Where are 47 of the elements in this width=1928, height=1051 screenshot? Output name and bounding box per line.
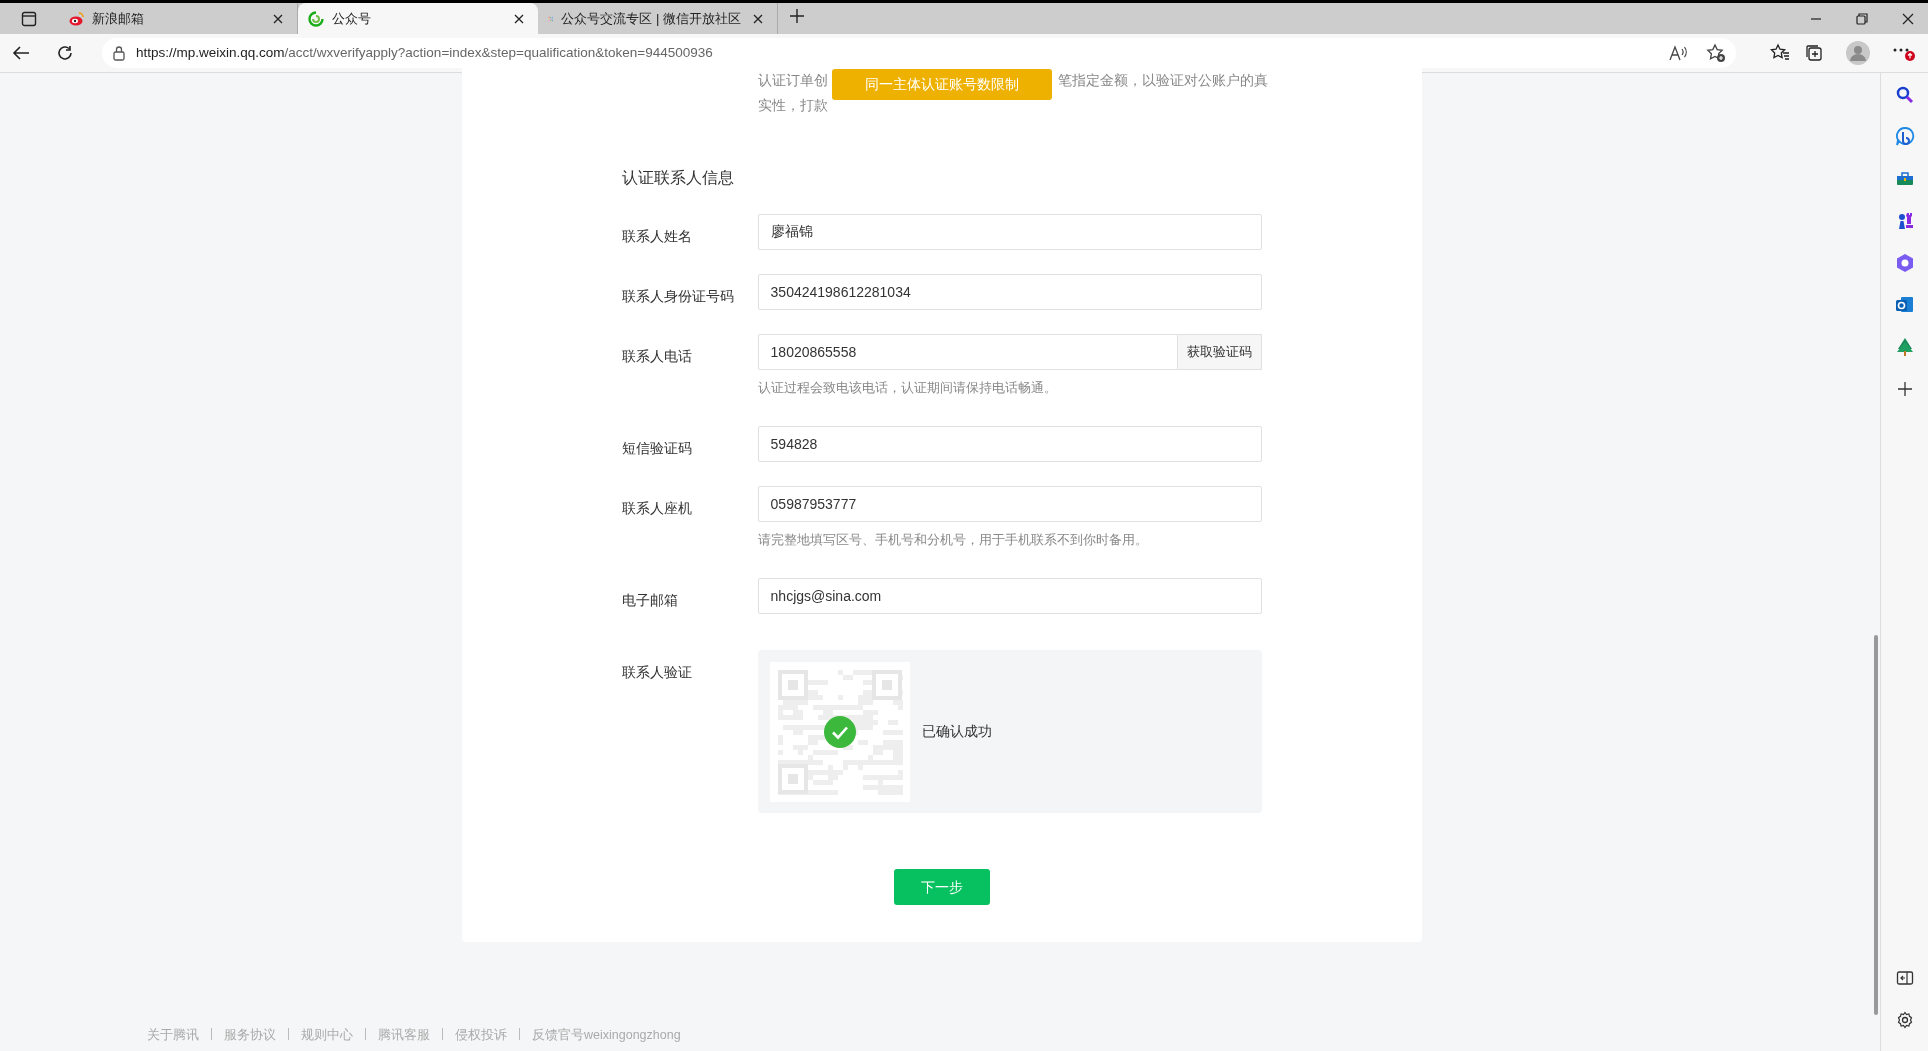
tab-title: 公众号 — [332, 9, 371, 28]
field-label: 电子邮箱 — [622, 591, 679, 610]
notice-text: 笔指定金额，以验证对公账户的真 — [1058, 72, 1268, 88]
mail-app-icon[interactable] — [1894, 295, 1915, 315]
lock-icon[interactable] — [112, 45, 126, 61]
collections-icon[interactable] — [1804, 43, 1824, 63]
notice-text: 实性，打款 — [758, 96, 828, 115]
input-field[interactable]: 廖福锦 — [757, 214, 1262, 250]
tab-actions-icon[interactable] — [21, 10, 37, 27]
input-field[interactable]: 05987953777 — [757, 486, 1262, 522]
ring-logo-icon — [308, 10, 324, 27]
tab-title: 公众号交流专区 | 微信开放社区 — [561, 9, 741, 28]
section-title: 认证联系人信息 — [622, 168, 735, 188]
hint-text: 认证过程会致电该电话，认证期间请保持电话畅通。 — [757, 379, 1058, 397]
field-label: 联系人验证 — [622, 663, 693, 682]
tab-title: 新浪邮箱 — [92, 9, 144, 28]
scrollbar-thumb[interactable] — [1874, 635, 1878, 1015]
hint-text: 请完整地填写区号、手机号和分机号，用于手机联系不到你时备用。 — [757, 531, 1149, 549]
get-code-button[interactable]: 获取验证码 — [1178, 334, 1262, 370]
status-text: 已确认成功 — [921, 722, 992, 741]
input-field[interactable]: 18020865558 — [757, 334, 1178, 370]
field-label: 联系人姓名 — [622, 227, 693, 246]
input-field[interactable]: 350424198612281034 — [757, 274, 1262, 310]
input-field[interactable]: 594828 — [757, 426, 1262, 462]
chat-bubble-icon[interactable] — [1894, 127, 1915, 147]
side-panel-icon[interactable] — [1896, 969, 1914, 987]
restore-icon[interactable] — [1856, 12, 1868, 25]
refresh-icon[interactable] — [56, 44, 74, 62]
favorites-icon[interactable] — [1770, 43, 1790, 63]
read-aloud-icon[interactable] — [1668, 43, 1688, 63]
settings-icon[interactable] — [1896, 1011, 1914, 1029]
close-icon[interactable] — [1902, 12, 1914, 25]
field-label: 联系人身份证号码 — [622, 287, 735, 306]
profile-avatar-icon[interactable] — [1846, 41, 1870, 65]
tooltip: 同一主体认证账号数限制 — [832, 69, 1052, 100]
field-label: 联系人电话 — [622, 347, 693, 366]
browser-tab[interactable]: 公众号 — [298, 3, 538, 34]
search-icon[interactable] — [1894, 85, 1915, 105]
eye-logo-icon — [68, 10, 84, 27]
field-label: 联系人座机 — [622, 499, 693, 518]
notice-text: 认证订单创 — [758, 72, 828, 88]
input-field[interactable]: nhcjgs@sina.com — [757, 578, 1262, 614]
field-label: 短信验证码 — [622, 439, 693, 458]
hexagon-logo-icon[interactable] — [1894, 253, 1915, 273]
tree-icon[interactable] — [1894, 337, 1915, 357]
back-arrow-icon[interactable] — [12, 44, 30, 62]
star-add-icon[interactable] — [1706, 43, 1726, 63]
